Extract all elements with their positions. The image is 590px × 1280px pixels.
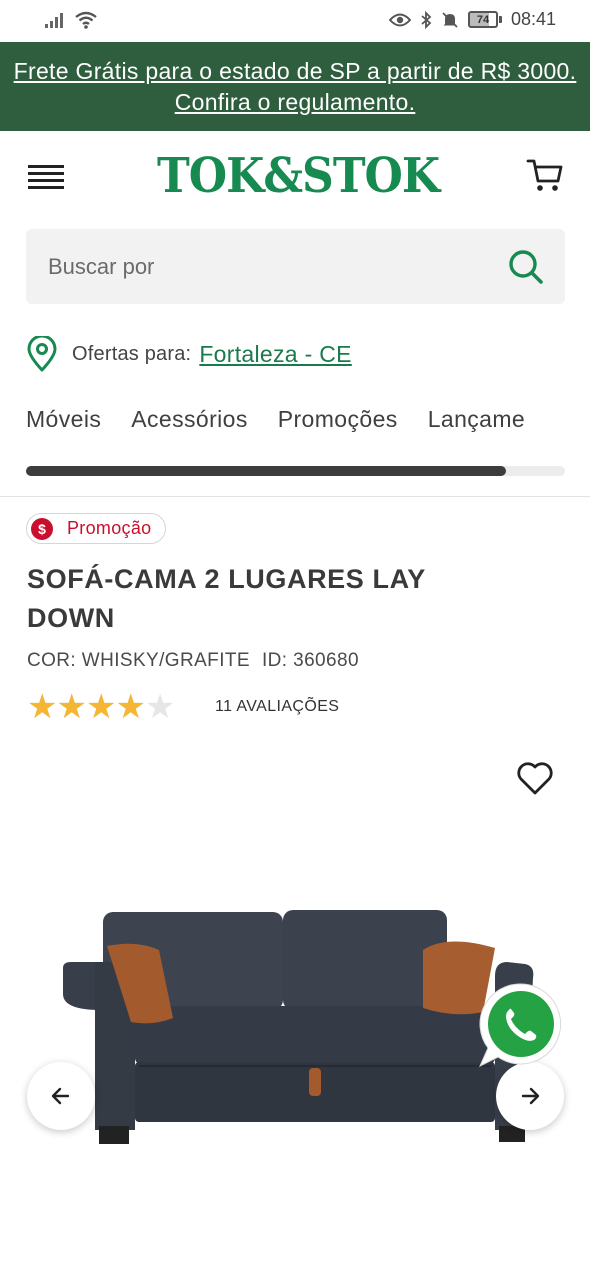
free-shipping-banner[interactable]: Frete Grátis para o estado de SP a parti…	[0, 42, 590, 131]
review-count[interactable]: 11 AVALIAÇÕES	[215, 698, 339, 716]
star-icons-filled: ★★★★★	[27, 690, 146, 724]
carousel-prev-button[interactable]	[27, 1062, 95, 1130]
mute-bell-icon	[442, 11, 458, 28]
signal-icon	[45, 13, 63, 28]
arrow-left-icon	[51, 1087, 70, 1105]
rating-stars: ★★★★★ ★★★★★	[27, 690, 197, 724]
location-pin-icon	[27, 336, 57, 372]
site-header: TOK&STOK	[0, 131, 590, 227]
hamburger-menu-icon[interactable]	[28, 165, 64, 191]
product-rating[interactable]: ★★★★★ ★★★★★ 11 AVALIAÇÕES	[27, 690, 339, 724]
search-input[interactable]	[48, 229, 488, 304]
wifi-icon	[75, 11, 97, 29]
free-shipping-link[interactable]: Frete Grátis para o estado de SP a parti…	[14, 58, 577, 115]
dollar-icon: $	[31, 517, 53, 540]
whatsapp-icon[interactable]	[476, 980, 566, 1070]
promo-badge-label: Promoção	[67, 518, 152, 538]
tok-stok-logo[interactable]: TOK&STOK	[157, 147, 440, 207]
product-id: ID: 360680	[261, 650, 359, 671]
search-icon[interactable]	[507, 248, 545, 286]
category-promocoes[interactable]: Promoções	[278, 406, 398, 432]
shopping-cart-icon[interactable]	[525, 155, 565, 195]
category-scrollbar[interactable]	[26, 466, 565, 476]
battery-icon: 74	[467, 11, 502, 28]
product-color: COR: WHISKY/GRAFITE	[27, 650, 250, 671]
category-acessorios[interactable]: Acessórios	[131, 406, 247, 432]
search-box	[26, 229, 565, 304]
category-scrollbar-thumb[interactable]	[26, 466, 506, 476]
location-prefix: Ofertas para:	[72, 342, 192, 365]
location-city-link[interactable]: Fortaleza - CE	[199, 341, 351, 368]
eye-icon	[388, 13, 411, 26]
category-lancamentos[interactable]: Lançame	[428, 406, 525, 432]
promo-badge: $ Promoção	[26, 513, 167, 544]
clock: 08:41	[510, 9, 556, 29]
category-moveis[interactable]: Móveis	[26, 406, 101, 432]
battery-level: 74	[467, 11, 498, 28]
divider	[0, 496, 590, 497]
product-title: SOFÁ-CAMA 2 LUGARES LAY DOWN	[27, 564, 426, 633]
bluetooth-icon	[421, 10, 432, 29]
location-selector[interactable]: Ofertas para: Fortaleza - CE	[26, 335, 352, 373]
status-bar: 74 08:41	[0, 0, 590, 42]
product-image	[63, 910, 534, 1144]
category-nav: Móveis Acessórios Promoções Lançame	[26, 406, 565, 446]
heart-icon[interactable]	[516, 760, 554, 796]
carousel-next-button[interactable]	[496, 1062, 564, 1130]
arrow-right-icon	[521, 1087, 540, 1105]
product-meta: COR: WHISKY/GRAFITE ID: 360680	[27, 650, 359, 672]
